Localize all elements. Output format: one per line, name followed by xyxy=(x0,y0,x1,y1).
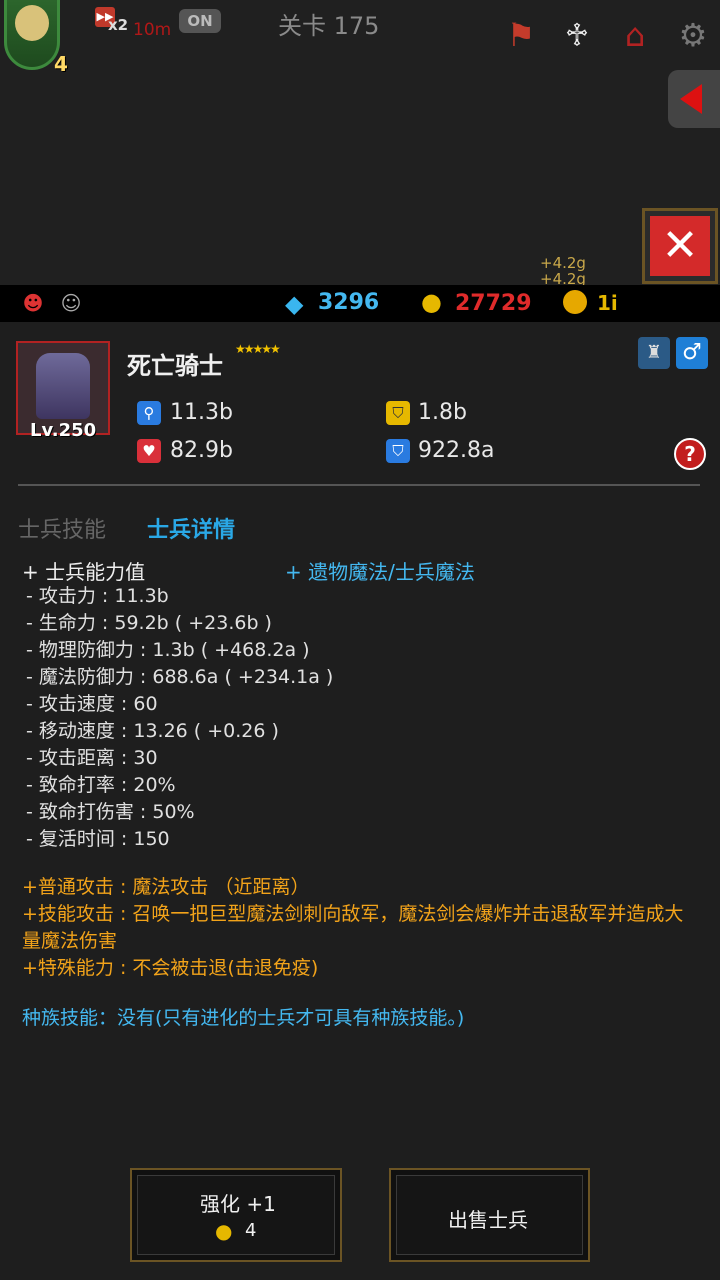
game-hud xyxy=(0,0,720,285)
castle-icon[interactable]: ⌂ xyxy=(614,14,656,56)
stage-label: 关卡 175 xyxy=(278,12,380,40)
list-item: - 攻击力 : 11.3b xyxy=(26,585,169,607)
special-ability-text: +特殊能力 : 不会被击退(击退免疫) xyxy=(22,957,319,979)
player-avatar[interactable] xyxy=(4,0,60,70)
hp-value: 82.9b xyxy=(170,438,233,463)
close-button[interactable]: ✕ xyxy=(642,208,718,284)
upgrade-cost: 4 xyxy=(245,1220,257,1241)
list-item: - 物理防御力 : 1.3b ( +468.2a ) xyxy=(26,639,310,661)
divider xyxy=(18,484,700,486)
arrow-left-icon xyxy=(680,84,702,114)
stats-heading: + 士兵能力值 xyxy=(22,560,146,584)
list-item: - 移动速度 : 13.26 ( +0.26 ) xyxy=(26,720,279,742)
coin-icon xyxy=(563,290,587,314)
attack-value: 11.3b xyxy=(170,400,233,425)
list-item: - 攻击速度 : 60 xyxy=(26,693,158,715)
gem-icon: ◆ xyxy=(285,290,304,318)
player-level: 4 xyxy=(54,52,68,76)
unit-name: 死亡骑士 xyxy=(127,352,223,380)
race-skill-text: 种族技能：没有(只有进化的士兵才可具有种族技能。) xyxy=(22,1007,465,1029)
floating-gold-1: +4.2g xyxy=(540,254,586,272)
ability-list: +普通攻击 : 魔法攻击 （近距离） +技能攻击 : 召唤一把巨型魔法剑刺向敌军… xyxy=(22,874,702,982)
attack-icon: ⚲ xyxy=(137,401,161,425)
list-item: - 致命打伤害 : 50% xyxy=(26,801,195,823)
list-item: - 致命打率 : 20% xyxy=(26,774,176,796)
list-item: - 攻击距离 : 30 xyxy=(26,747,158,769)
unit-level: Lv.250 xyxy=(30,420,97,441)
medal-icon: ● xyxy=(215,1219,233,1243)
tab-unit-skills[interactable]: 士兵技能 xyxy=(18,512,106,544)
skill-attack-text: +技能攻击 : 召唤一把巨型魔法剑刺向敌军，魔法剑会爆炸并击退敌军并造成大量魔法… xyxy=(22,903,684,952)
close-icon: ✕ xyxy=(650,216,710,276)
upgrade-label: 强化 +1 xyxy=(200,1192,276,1216)
hero-mini-icon[interactable]: ☻ xyxy=(20,290,46,316)
normal-attack-text: +普通攻击 : 魔法攻击 （近距离） xyxy=(22,876,310,898)
speed-timer: 10m xyxy=(133,20,172,40)
unit-stars: ★★★★★ xyxy=(235,342,281,356)
heart-icon: ♥ xyxy=(137,439,161,463)
magic-shield-icon: ⛉ xyxy=(386,439,410,463)
magic-def-value: 922.8a xyxy=(418,438,495,463)
list-item: - 魔法防御力 : 688.6a ( +234.1a ) xyxy=(26,666,334,688)
phys-def-value: 1.8b xyxy=(418,400,467,425)
list-item: - 生命力 : 59.2b ( +23.6b ) xyxy=(26,612,272,634)
relic-magic-link[interactable]: + 遗物魔法/士兵魔法 xyxy=(285,556,475,585)
pet-mini-icon[interactable]: ☺ xyxy=(58,290,84,316)
medal-icon: ● xyxy=(421,288,442,316)
side-panel-toggle[interactable] xyxy=(668,70,720,128)
list-item: - 复活时间 : 150 xyxy=(26,828,170,850)
stat-list: - 攻击力 : 11.3b - 生命力 : 59.2b ( +23.6b ) -… xyxy=(26,583,333,853)
tab-unit-details[interactable]: 士兵详情 xyxy=(147,512,235,544)
shield-icon: ⛉ xyxy=(386,401,410,425)
bag-icon[interactable]: ⚑ xyxy=(500,14,542,56)
gender-male-icon: ♂ xyxy=(676,337,708,369)
gear-icon[interactable]: ⚙ xyxy=(672,14,714,56)
gem-count: 3296 xyxy=(318,290,380,315)
help-icon[interactable]: ? xyxy=(674,438,706,470)
unit-type-icon[interactable]: ♜ xyxy=(638,337,670,369)
medal-count: 27729 xyxy=(455,291,532,316)
sell-label: 出售士兵 xyxy=(448,1208,528,1232)
angel-icon[interactable]: ♱ xyxy=(556,14,598,56)
speed-multiplier: x2 xyxy=(108,16,129,34)
floating-gold-text: +4.2g +4.2g xyxy=(540,255,586,287)
gold-count: 1i xyxy=(597,291,618,315)
auto-toggle[interactable]: ON xyxy=(179,9,221,33)
